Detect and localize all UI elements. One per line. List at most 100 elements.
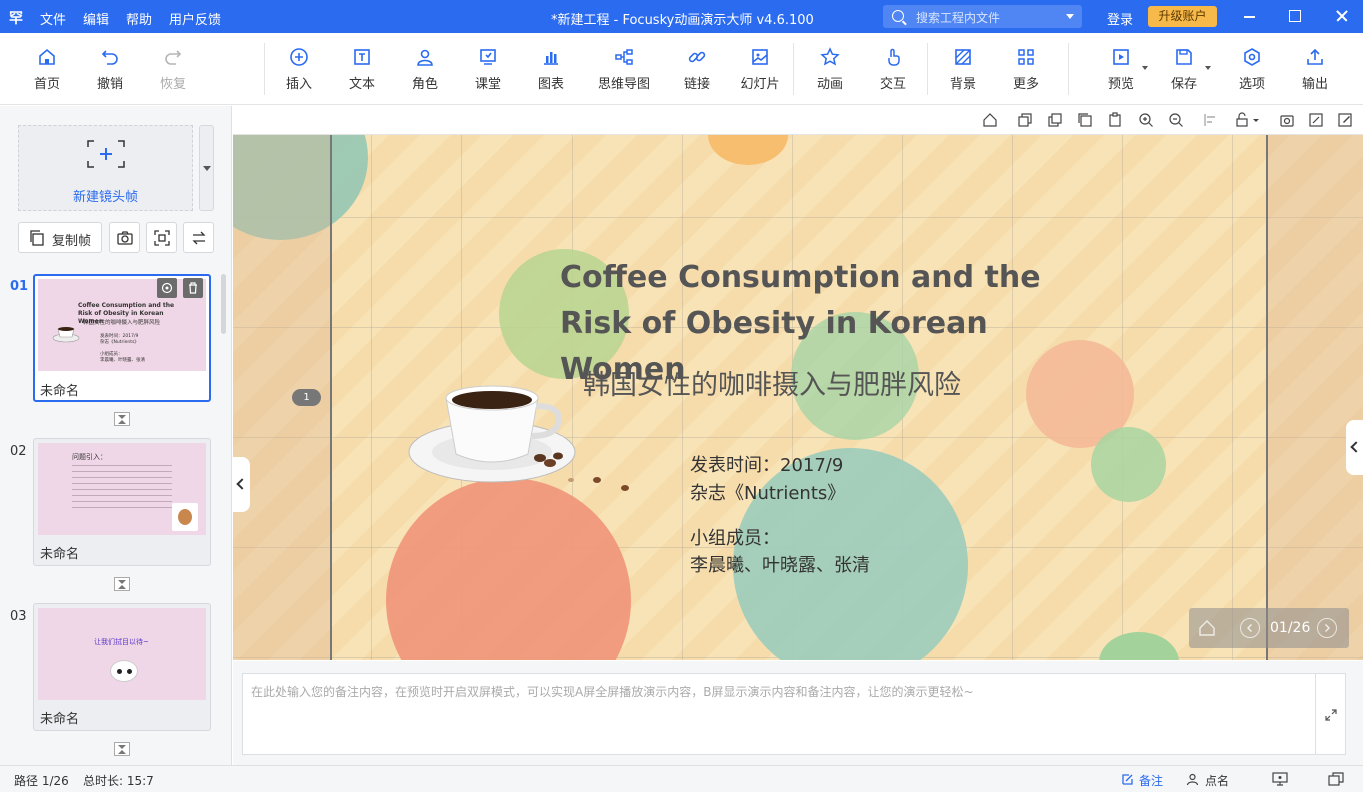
slide-subtitle[interactable]: 韩国女性的咖啡摄入与肥胖风险 <box>583 363 961 402</box>
reorder-button[interactable] <box>183 222 214 253</box>
next-page-button[interactable] <box>1317 618 1337 638</box>
new-frame-button[interactable]: 新建镜头帧 <box>18 125 193 211</box>
window-layout-icon[interactable] <box>1328 772 1344 786</box>
edit-icon[interactable] <box>1337 112 1353 128</box>
text-button[interactable]: 文本 <box>332 47 392 92</box>
notes-icon[interactable] <box>1121 773 1134 786</box>
copy-icon <box>30 230 44 246</box>
home-button[interactable]: 首页 <box>17 47 77 92</box>
copy-frame-button[interactable]: 复制帧 <box>18 222 102 253</box>
classroom-button[interactable]: 课堂 <box>458 47 518 92</box>
transition-icon[interactable] <box>114 577 130 591</box>
person-icon[interactable] <box>1186 773 1199 786</box>
new-frame-dropdown[interactable] <box>199 125 214 211</box>
notes-toggle[interactable]: 备注 <box>1139 772 1163 789</box>
fit-frame-button[interactable] <box>146 222 177 253</box>
coffee-beans-icon <box>568 477 629 491</box>
slide-name: 未命名 <box>40 712 80 727</box>
maximize-icon[interactable] <box>1285 6 1305 26</box>
gear-icon <box>1244 48 1260 66</box>
transition-icon[interactable] <box>114 742 130 756</box>
background-button[interactable]: 背景 <box>933 47 993 92</box>
expand-icon <box>1325 709 1337 721</box>
group-label[interactable]: 小组成员： <box>690 524 780 550</box>
upgrade-button[interactable]: 升级账户 <box>1148 6 1217 27</box>
link-button[interactable]: 链接 <box>667 47 727 92</box>
preview-caret-icon[interactable] <box>1142 66 1148 70</box>
play-icon <box>1113 49 1129 65</box>
save-caret-icon[interactable] <box>1205 66 1211 70</box>
copy-icon[interactable] <box>1077 112 1093 128</box>
frame-border <box>1266 135 1268 660</box>
home-icon <box>39 48 55 65</box>
animation-button[interactable]: 动画 <box>800 47 860 92</box>
notes-input[interactable]: 在此处输入您的备注内容，在预览时开启双屏模式，可以实现A屏全屏播放演示内容，B屏… <box>242 673 1316 755</box>
menu-help[interactable]: 帮助 <box>126 9 152 28</box>
window-title: *新建工程 - Focusky动画演示大师 v4.6.100 <box>551 13 814 28</box>
role-button[interactable]: 角色 <box>395 47 455 92</box>
layer-up-icon[interactable] <box>1047 112 1063 128</box>
expand-right-panel-button[interactable] <box>1346 420 1363 475</box>
frame-add-icon <box>87 140 125 168</box>
title-bar: 罕 文件 编辑 帮助 用户反馈 *新建工程 - Focusky动画演示大师 v4… <box>0 0 1363 33</box>
menu-feedback[interactable]: 用户反馈 <box>169 9 221 28</box>
insert-button[interactable]: 插入 <box>269 47 329 92</box>
options-button[interactable]: 选项 <box>1222 47 1282 92</box>
slide-panel-scrollbar[interactable] <box>221 274 226 334</box>
home-icon[interactable] <box>1197 618 1217 638</box>
transition-icon[interactable] <box>114 412 130 426</box>
align-icon[interactable] <box>1203 112 1219 128</box>
slide-thumbnail-2[interactable]: 问题引入： 未命名 <box>33 438 211 566</box>
more-button[interactable]: 更多 <box>996 47 1056 92</box>
path-marker[interactable]: 1 <box>292 389 321 406</box>
image-icon <box>752 49 768 65</box>
export-button[interactable]: 输出 <box>1285 47 1345 92</box>
group-members[interactable]: 李晨曦、叶晓露、张清 <box>690 551 870 577</box>
delete-frame-button[interactable] <box>183 278 203 298</box>
minimize-icon[interactable] <box>1240 6 1260 26</box>
login-link[interactable]: 登录 <box>1107 9 1133 28</box>
slide-canvas[interactable]: Coffee Consumption and the Risk of Obesi… <box>233 135 1363 660</box>
rollcall-button[interactable]: 点名 <box>1205 772 1229 789</box>
path-status: 路径 1/26 <box>14 774 69 788</box>
snapshot-button[interactable] <box>109 222 140 253</box>
paste-icon[interactable] <box>1107 112 1123 128</box>
zoom-in-icon[interactable] <box>1138 112 1154 128</box>
slide-number: 02 <box>10 444 27 459</box>
expand-notes-button[interactable] <box>1316 673 1346 755</box>
page-indicator: 01/26 <box>1270 620 1311 636</box>
screenshot-icon[interactable] <box>1279 112 1295 128</box>
screen-icon[interactable] <box>1272 772 1288 786</box>
menu-file[interactable]: 文件 <box>40 9 66 28</box>
slide-name: 未命名 <box>40 384 80 399</box>
menu-edit[interactable]: 编辑 <box>83 9 109 28</box>
mindmap-button[interactable]: 思维导图 <box>594 47 654 92</box>
interaction-button[interactable]: 交互 <box>863 47 923 92</box>
chart-button[interactable]: 图表 <box>521 47 581 92</box>
edit-image-icon[interactable] <box>1308 112 1324 128</box>
search-input[interactable]: 搜索工程内文件 <box>883 5 1082 28</box>
home-view-icon[interactable] <box>982 112 998 128</box>
main-toolbar: 首页 撤销 恢复 插入 文本 角色 课堂 图表 思维导图 链接 幻灯片 动画 交… <box>0 33 1363 105</box>
notes-area: 在此处输入您的备注内容，在预览时开启双屏模式，可以实现A屏全屏播放演示内容，B屏… <box>233 661 1363 765</box>
chevron-down-icon[interactable] <box>1066 14 1074 19</box>
slide-thumbnail-3[interactable]: 让我们拭目以待~ 未命名 <box>33 603 211 731</box>
lock-icon[interactable] <box>1234 112 1250 128</box>
star-icon <box>820 47 840 66</box>
journal[interactable]: 杂志《Nutrients》 <box>690 479 845 505</box>
lock-dropdown-icon[interactable] <box>1252 112 1260 128</box>
undo-button[interactable]: 撤销 <box>80 47 140 92</box>
zoom-out-icon[interactable] <box>1168 112 1184 128</box>
person-icon <box>417 49 433 66</box>
coffee-cup-image[interactable] <box>408 370 578 490</box>
collapse-left-panel-button[interactable] <box>233 457 250 512</box>
redo-button[interactable]: 恢复 <box>143 47 203 92</box>
layer-down-icon[interactable] <box>1017 112 1033 128</box>
prev-page-button[interactable] <box>1240 618 1260 638</box>
publish-time[interactable]: 发表时间：2017/9 <box>690 451 843 477</box>
slide-thumbnail-1[interactable]: Coffee Consumption and the Risk of Obesi… <box>33 274 211 402</box>
close-icon[interactable] <box>1332 6 1352 26</box>
export-icon <box>1307 48 1323 65</box>
slides-button[interactable]: 幻灯片 <box>730 47 790 92</box>
frame-settings-button[interactable] <box>157 278 177 298</box>
